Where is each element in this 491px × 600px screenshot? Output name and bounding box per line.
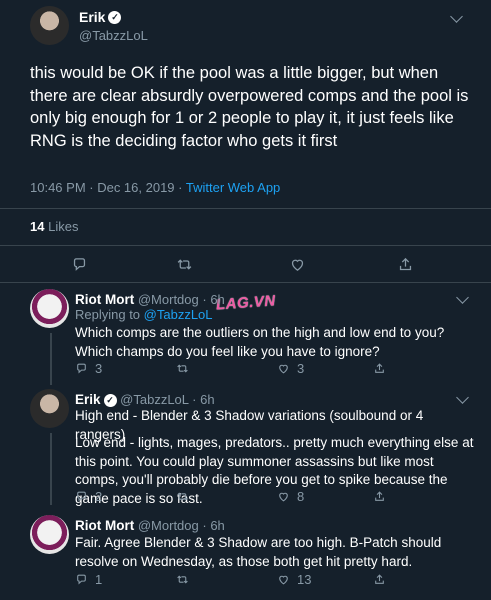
reply-actions: 2 8 [75, 488, 475, 504]
retweet-button[interactable] [175, 573, 197, 586]
reply-button[interactable]: 2 [75, 489, 102, 504]
likes-count: 14 [30, 219, 45, 234]
reply-header: Riot Mort @Mortdog · 6h [75, 292, 225, 307]
author-handle[interactable]: @TabzzLoL [79, 28, 148, 43]
retweet-button[interactable] [175, 490, 197, 503]
reply-icon [77, 363, 86, 373]
reply-text: Which comps are the outliers on the high… [75, 325, 445, 359]
reply-handle[interactable]: @Mortdog [138, 292, 199, 307]
likes-row[interactable]: 14 Likes [30, 219, 78, 234]
retweet-icon [177, 491, 188, 501]
divider [0, 245, 491, 246]
thread-line [50, 333, 52, 385]
like-icon [279, 575, 288, 584]
author-name-text: Erik [79, 9, 106, 25]
retweet-button[interactable] [175, 362, 197, 375]
tweet-meta: 10:46 PM · Dec 16, 2019 · Twitter Web Ap… [30, 180, 280, 195]
reply-time[interactable]: · 6h [192, 392, 214, 407]
author-name[interactable]: Erik ✓ [79, 9, 122, 27]
replying-to: Replying to @TabzzLoL [75, 307, 213, 322]
reply-header: Riot Mort @Mortdog · 6h [75, 518, 225, 533]
reply-actions: 1 13 [75, 571, 475, 587]
reply-time[interactable]: · 6h [202, 292, 224, 307]
reply-author-name[interactable]: Riot Mort [75, 518, 134, 533]
retweet-icon [177, 363, 188, 373]
share-button[interactable] [373, 573, 386, 586]
divider [0, 282, 491, 283]
share-icon [375, 362, 384, 373]
like-button[interactable]: 3 [277, 361, 304, 376]
reply-button[interactable]: 1 [75, 572, 102, 587]
tweet-text: this would be OK if the pool was a littl… [30, 64, 469, 150]
avatar-erik[interactable] [30, 6, 69, 45]
reply-time[interactable]: · 6h [202, 518, 224, 533]
reply-icon [77, 574, 86, 584]
like-count: 8 [297, 488, 305, 504]
reply-handle[interactable]: @TabzzLoL [120, 392, 188, 407]
avatar-riot-mort[interactable] [30, 515, 69, 554]
watermark-text: LAG.VN [215, 292, 277, 314]
tweet-time[interactable]: 10:46 PM · Dec 16, 2019 · [30, 180, 182, 195]
reply-icon[interactable] [71, 256, 88, 273]
verified-badge-icon: ✓ [103, 394, 117, 408]
reply-header: Erik ✓ @TabzzLoL · 6h [75, 392, 215, 408]
like-icon [279, 364, 288, 373]
main-actions [0, 254, 491, 276]
share-button[interactable] [373, 362, 386, 375]
thread-line [50, 433, 52, 505]
reply-actions: 3 3 [75, 360, 475, 376]
retweet-icon [177, 574, 188, 584]
share-button[interactable] [373, 490, 386, 503]
retweet-icon[interactable] [175, 256, 194, 273]
watermark-logo: LAG.VN [215, 284, 288, 324]
tweet-source-link[interactable]: Twitter Web App [186, 180, 280, 195]
like-icon[interactable] [289, 256, 306, 273]
like-button[interactable]: 13 [277, 572, 311, 587]
share-icon[interactable] [397, 256, 414, 273]
reply-count: 3 [95, 360, 103, 376]
share-icon [375, 573, 384, 584]
like-count: 13 [297, 571, 312, 587]
chevron-down-icon[interactable] [450, 10, 463, 23]
reply-handle[interactable]: @Mortdog [138, 518, 199, 533]
chevron-down-icon[interactable] [456, 391, 469, 404]
avatar-riot-mort[interactable] [30, 289, 69, 328]
reply-text: Fair. Agree Blender & 3 Shadow are too h… [75, 535, 442, 569]
like-icon [279, 492, 288, 501]
reply-count: 2 [95, 488, 103, 504]
like-count: 3 [297, 360, 305, 376]
share-icon [375, 490, 384, 501]
divider [0, 208, 491, 209]
reply-count: 1 [95, 571, 103, 587]
replying-to-label: Replying to [75, 307, 141, 322]
reply-icon [77, 491, 86, 501]
likes-label: Likes [48, 219, 79, 234]
avatar-erik[interactable] [30, 389, 69, 428]
verified-badge-icon: ✓ [108, 11, 122, 25]
chevron-down-icon[interactable] [456, 291, 469, 304]
reply-author-name[interactable]: Erik [75, 392, 101, 407]
reply-author-name[interactable]: Riot Mort [75, 292, 134, 307]
like-button[interactable]: 8 [277, 489, 304, 504]
reply-button[interactable]: 3 [75, 361, 102, 376]
replying-to-handle[interactable]: @TabzzLoL [144, 307, 213, 322]
